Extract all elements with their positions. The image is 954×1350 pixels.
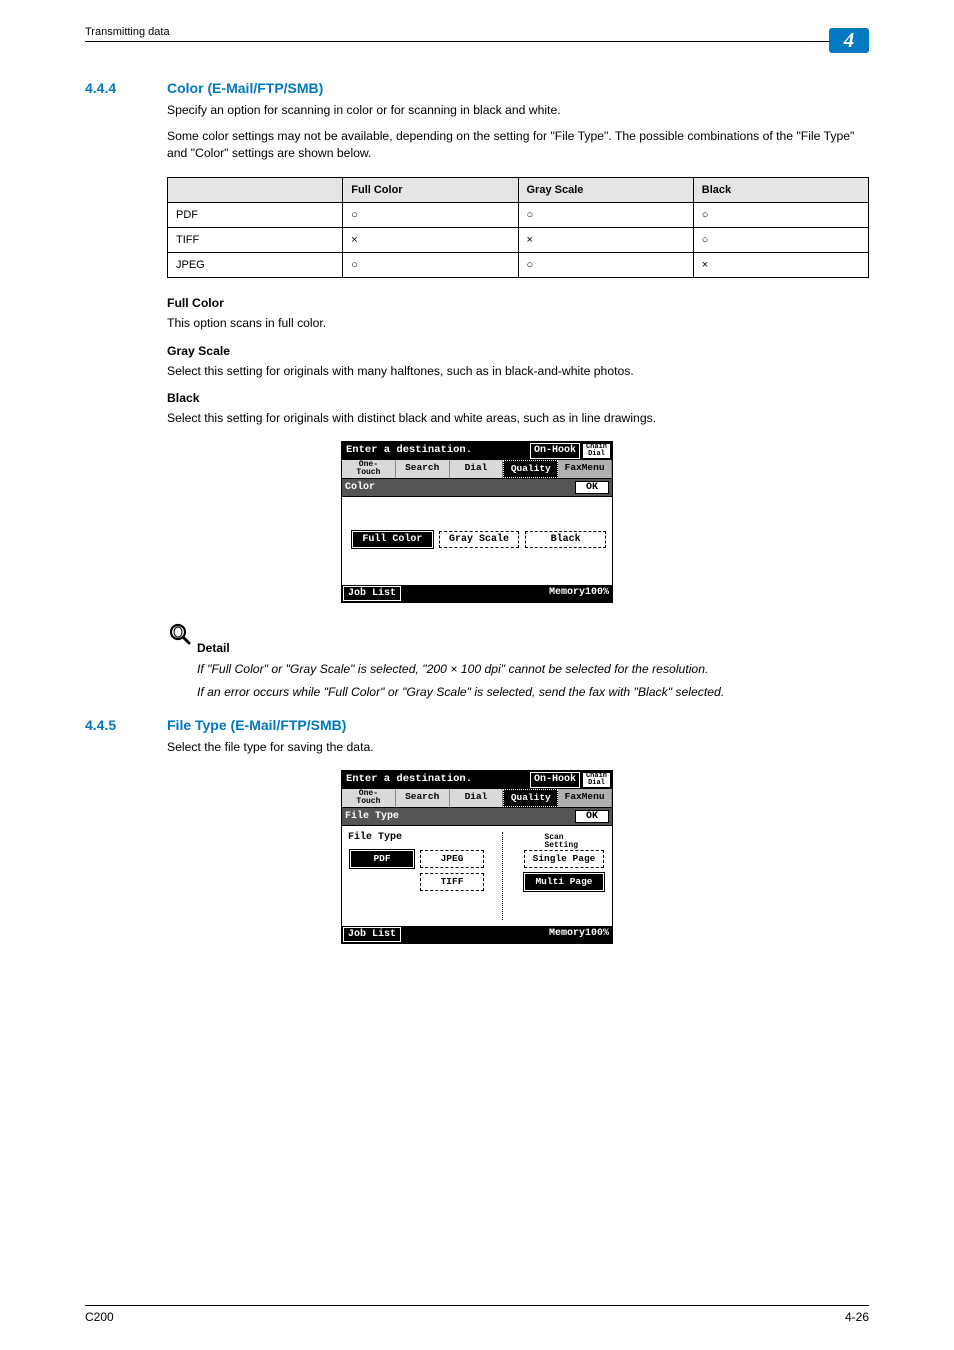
memory-indicator: Memory100% <box>546 926 612 943</box>
screen-title: Enter a destination. <box>342 771 529 789</box>
chain-dial-button[interactable]: Chain Dial <box>582 772 611 788</box>
job-list-button[interactable]: Job List <box>343 927 401 942</box>
table-row: JPEG ○ ○ × <box>168 253 869 278</box>
onhook-button[interactable]: On-Hook <box>530 772 580 788</box>
screen-title: Enter a destination. <box>342 442 529 460</box>
table-header: Gray Scale <box>518 178 693 203</box>
tab-dial[interactable]: Dial <box>450 460 504 478</box>
subheading: Full Color <box>167 296 869 310</box>
paragraph: Select this setting for originals with d… <box>167 410 869 426</box>
paragraph: Select the file type for saving the data… <box>167 739 869 755</box>
section-title: Color (E-Mail/FTP/SMB) <box>167 80 323 96</box>
table-row: TIFF × × ○ <box>168 228 869 253</box>
device-screen-color: Enter a destination. On-Hook Chain Dial … <box>341 441 613 603</box>
ok-button[interactable]: OK <box>575 810 609 823</box>
table-header-blank <box>168 178 343 203</box>
paragraph: This option scans in full color. <box>167 315 869 331</box>
job-list-button[interactable]: Job List <box>343 586 401 601</box>
option-gray-scale[interactable]: Gray Scale <box>439 531 520 548</box>
option-tiff[interactable]: TIFF <box>420 873 484 891</box>
tab-search[interactable]: Search <box>396 460 450 478</box>
table-header: Black <box>693 178 868 203</box>
detail-note: Detail If "Full Color" or "Gray Scale" i… <box>167 621 869 702</box>
file-type-label: File Type <box>348 832 402 843</box>
device-screen-filetype: Enter a destination. On-Hook Chain Dial … <box>341 770 613 944</box>
section-number: 4.4.4 <box>85 80 167 96</box>
option-black[interactable]: Black <box>525 531 606 548</box>
option-pdf[interactable]: PDF <box>350 850 414 868</box>
tab-quality[interactable]: Quality <box>503 789 558 807</box>
memory-indicator: Memory100% <box>546 585 612 602</box>
setting-label: Color <box>345 482 575 493</box>
tab-dial[interactable]: Dial <box>450 789 504 807</box>
footer-page-number: 4-26 <box>845 1310 869 1324</box>
section-title: File Type (E-Mail/FTP/SMB) <box>167 717 346 733</box>
tab-one-touch[interactable]: One-Touch <box>342 460 396 478</box>
paragraph: Specify an option for scanning in color … <box>167 102 869 118</box>
detail-line: If "Full Color" or "Gray Scale" is selec… <box>197 660 869 678</box>
tab-search[interactable]: Search <box>396 789 450 807</box>
chapter-number-tab: 4 <box>829 28 869 53</box>
option-multi-page[interactable]: Multi Page <box>524 873 604 891</box>
compatibility-table: Full Color Gray Scale Black PDF ○ ○ ○ TI… <box>167 177 869 278</box>
table-header: Full Color <box>343 178 518 203</box>
section-number: 4.4.5 <box>85 717 167 733</box>
subheading: Black <box>167 391 869 405</box>
tab-one-touch[interactable]: One-Touch <box>342 789 396 807</box>
footer-model: C200 <box>85 1310 845 1324</box>
setting-label: File Type <box>345 811 575 822</box>
paragraph: Select this setting for originals with m… <box>167 363 869 379</box>
tab-faxmenu[interactable]: FaxMenu <box>558 789 612 807</box>
option-full-color[interactable]: Full Color <box>352 531 433 548</box>
scan-setting-label: ScanSetting <box>544 834 578 850</box>
running-header: Transmitting data <box>85 26 170 38</box>
paragraph: Some color settings may not be available… <box>167 128 869 161</box>
detail-label: Detail <box>197 641 869 655</box>
chain-dial-button[interactable]: Chain Dial <box>582 443 611 459</box>
ok-button[interactable]: OK <box>575 481 609 494</box>
table-row: PDF ○ ○ ○ <box>168 203 869 228</box>
tab-quality[interactable]: Quality <box>503 460 558 478</box>
onhook-button[interactable]: On-Hook <box>530 443 580 459</box>
detail-line: If an error occurs while "Full Color" or… <box>197 683 869 701</box>
option-single-page[interactable]: Single Page <box>524 850 604 868</box>
tab-faxmenu[interactable]: FaxMenu <box>558 460 612 478</box>
subheading: Gray Scale <box>167 344 869 358</box>
magnifier-icon <box>167 621 193 647</box>
option-jpeg[interactable]: JPEG <box>420 850 484 868</box>
